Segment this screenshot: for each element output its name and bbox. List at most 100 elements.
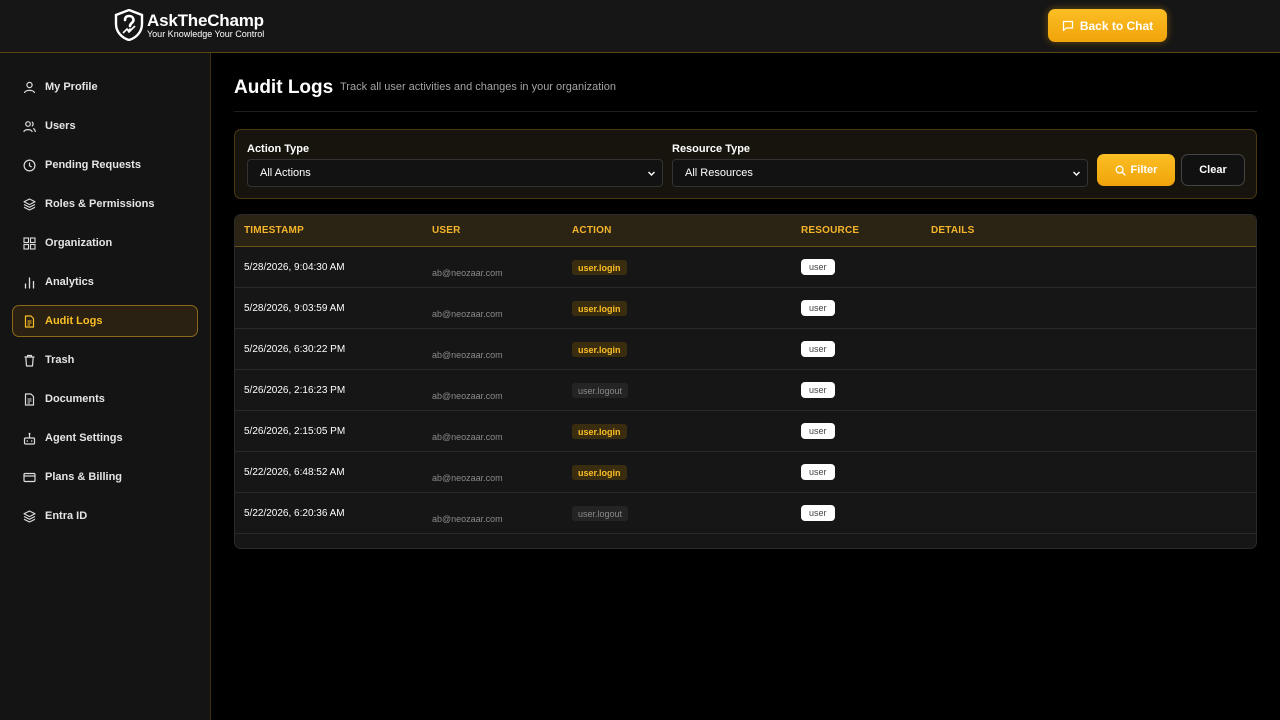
row-timestamp: 5/26/2026, 6:30:22 PM xyxy=(244,344,346,355)
row-user: ab@neozaar.com xyxy=(432,432,503,442)
resource-type-value: All Resources xyxy=(685,167,753,179)
table-row[interactable]: 5/28/2026, 9:03:59 AM ab@neozaar.com use… xyxy=(235,288,1256,329)
layers-icon xyxy=(23,509,36,523)
sidebar-item-plans-billing[interactable]: Plans & Billing xyxy=(12,461,198,493)
layers-icon xyxy=(23,197,36,211)
clock-icon xyxy=(23,158,36,172)
row-user: ab@neozaar.com xyxy=(432,268,503,278)
filter-button[interactable]: Filter xyxy=(1097,154,1175,186)
table-row[interactable]: 5/22/2026, 6:48:52 AM ab@neozaar.com use… xyxy=(235,452,1256,493)
row-timestamp: 5/22/2026, 6:48:52 AM xyxy=(244,467,345,478)
row-timestamp: 5/28/2026, 9:04:30 AM xyxy=(244,262,345,273)
sidebar-item-label: Documents xyxy=(45,393,105,405)
table-row[interactable]: 5/26/2026, 2:16:23 PM ab@neozaar.com use… xyxy=(235,370,1256,411)
search-icon xyxy=(1115,165,1126,176)
row-timestamp: 5/28/2026, 9:03:59 AM xyxy=(244,303,345,314)
action-badge: user.login xyxy=(572,301,627,316)
sidebar-item-label: Entra ID xyxy=(45,510,88,522)
users-icon xyxy=(23,120,36,132)
page-subtitle: Track all user activities and changes in… xyxy=(340,81,616,93)
row-user: ab@neozaar.com xyxy=(432,391,503,401)
column-header-details[interactable]: DETAILS xyxy=(931,225,974,236)
sidebar-item-organization[interactable]: Organization xyxy=(12,227,198,259)
sidebar-item-label: Organization xyxy=(45,237,113,249)
row-timestamp: 5/22/2026, 6:20:36 AM xyxy=(244,508,345,519)
back-to-chat-button[interactable]: Back to Chat xyxy=(1048,9,1167,42)
action-badge: user.logout xyxy=(572,383,629,398)
sidebar-item-audit-logs[interactable]: Audit Logs xyxy=(12,305,198,337)
table-row[interactable]: 5/26/2026, 6:30:22 PM ab@neozaar.com use… xyxy=(235,329,1256,370)
top-bar: AskTheChamp Your Knowledge Your Control … xyxy=(0,0,1280,53)
chevron-down-icon xyxy=(1073,171,1080,176)
sidebar-item-agent-settings[interactable]: Agent Settings xyxy=(12,422,198,454)
brand-tagline: Your Knowledge Your Control xyxy=(147,28,265,39)
action-badge: user.logout xyxy=(572,506,629,521)
column-header-action[interactable]: ACTION xyxy=(572,225,612,236)
sidebar-item-entra-id[interactable]: Entra ID xyxy=(12,500,198,532)
sidebar-item-label: Audit Logs xyxy=(45,315,103,327)
sidebar-item-documents[interactable]: Documents xyxy=(12,383,198,415)
back-to-chat-label: Back to Chat xyxy=(1079,18,1154,33)
filter-panel: Action Type All Actions Resource Type Al… xyxy=(234,129,1257,199)
bot-icon xyxy=(23,432,36,445)
row-user: ab@neozaar.com xyxy=(432,514,503,524)
resource-badge: user xyxy=(801,382,835,398)
action-type-select[interactable]: All Actions xyxy=(247,159,663,187)
table-row[interactable]: 5/28/2026, 9:04:30 AM ab@neozaar.com use… xyxy=(235,247,1256,288)
resource-badge: user xyxy=(801,341,835,357)
sidebar-item-roles-permissions[interactable]: Roles & Permissions xyxy=(12,188,198,220)
action-badge: user.login xyxy=(572,342,627,357)
resource-badge: user xyxy=(801,300,835,316)
sidebar-item-label: Users xyxy=(45,120,76,132)
row-user: ab@neozaar.com xyxy=(432,309,503,319)
shield-question-icon xyxy=(114,9,144,41)
action-type-value: All Actions xyxy=(260,167,311,179)
sidebar-item-my-profile[interactable]: My Profile xyxy=(12,71,198,103)
sidebar-item-label: Trash xyxy=(45,354,75,366)
chat-icon xyxy=(1062,20,1073,31)
sidebar-item-label: Plans & Billing xyxy=(45,471,123,483)
audit-log-table: TIMESTAMP USER ACTION RESOURCE DETAILS 5… xyxy=(234,214,1257,549)
row-user: ab@neozaar.com xyxy=(432,473,503,483)
chevron-down-icon xyxy=(648,171,655,176)
sidebar-item-analytics[interactable]: Analytics xyxy=(12,266,198,298)
file-icon xyxy=(24,392,35,406)
action-type-label: Action Type xyxy=(247,143,310,155)
brand-champ: Champ xyxy=(207,10,264,30)
resource-badge: user xyxy=(801,259,835,275)
sidebar-item-label: Agent Settings xyxy=(45,432,123,444)
resource-type-select[interactable]: All Resources xyxy=(672,159,1088,187)
clear-button[interactable]: Clear xyxy=(1181,154,1245,186)
sidebar: My Profile Users Pending Requests Roles … xyxy=(0,53,211,720)
logo[interactable]: AskTheChamp Your Knowledge Your Control xyxy=(114,9,264,41)
resource-type-label: Resource Type xyxy=(672,143,751,155)
page-title: Audit Logs xyxy=(234,77,334,98)
sidebar-item-label: Pending Requests xyxy=(45,159,141,171)
column-header-timestamp[interactable]: TIMESTAMP xyxy=(244,225,304,236)
sidebar-item-label: Roles & Permissions xyxy=(45,198,155,210)
table-header: TIMESTAMP USER ACTION RESOURCE DETAILS xyxy=(235,215,1256,247)
table-row[interactable]: 5/22/2026, 6:20:36 AM ab@neozaar.com use… xyxy=(235,493,1256,534)
column-header-user[interactable]: USER xyxy=(432,225,461,236)
sidebar-item-pending-requests[interactable]: Pending Requests xyxy=(12,149,198,181)
document-icon xyxy=(24,314,35,328)
sidebar-item-trash[interactable]: Trash xyxy=(12,344,198,376)
resource-badge: user xyxy=(801,423,835,439)
brand-ask: AskThe xyxy=(147,10,208,30)
credit-card-icon xyxy=(23,472,36,482)
row-timestamp: 5/26/2026, 2:15:05 PM xyxy=(244,426,346,437)
divider xyxy=(234,111,1257,112)
table-row[interactable]: 5/26/2026, 2:15:05 PM ab@neozaar.com use… xyxy=(235,411,1256,452)
sidebar-item-label: My Profile xyxy=(45,81,98,93)
column-header-resource[interactable]: RESOURCE xyxy=(801,225,859,236)
filter-button-label: Filter xyxy=(1130,164,1158,176)
grid-icon xyxy=(23,236,36,250)
row-user: ab@neozaar.com xyxy=(432,350,503,360)
action-badge: user.login xyxy=(572,465,627,480)
sidebar-item-users[interactable]: Users xyxy=(12,110,198,142)
row-timestamp: 5/26/2026, 2:16:23 PM xyxy=(244,385,346,396)
trash-icon xyxy=(24,354,35,367)
action-badge: user.login xyxy=(572,424,627,439)
sidebar-item-label: Analytics xyxy=(45,276,94,288)
resource-badge: user xyxy=(801,464,835,480)
